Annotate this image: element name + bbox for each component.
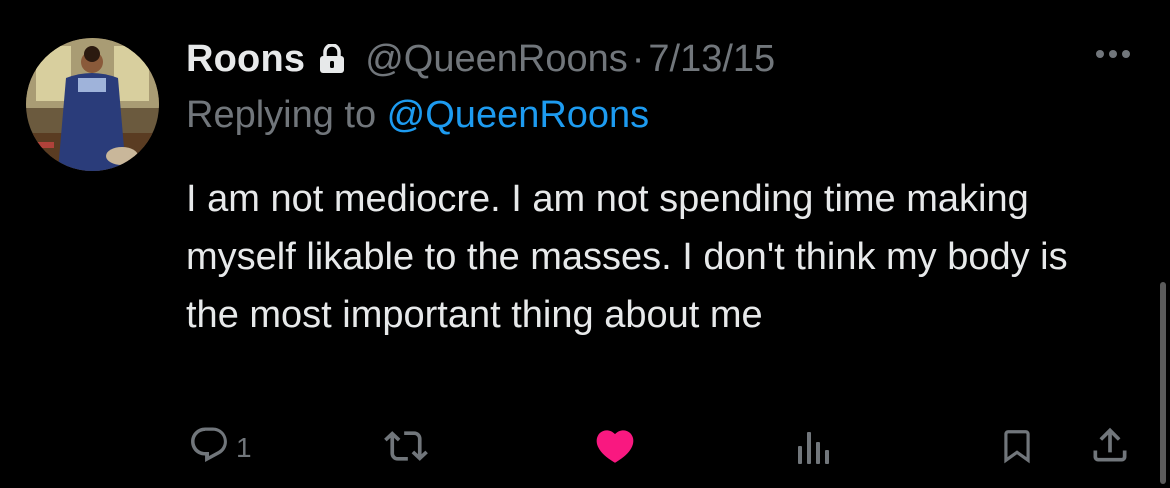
lock-icon <box>319 44 345 74</box>
like-button[interactable] <box>592 424 638 473</box>
tweet-date[interactable]: 7/13/15 <box>648 38 775 81</box>
bookmark-icon <box>998 424 1036 473</box>
replying-prefix: Replying to <box>186 94 387 136</box>
replying-to: Replying to @QueenRoons <box>186 94 649 137</box>
more-dot <box>1109 50 1117 58</box>
display-name[interactable]: Roons <box>186 38 305 81</box>
retweet-button[interactable] <box>384 424 428 473</box>
avatar[interactable] <box>26 38 159 171</box>
more-dot <box>1096 50 1104 58</box>
tweet-header: Roons @QueenRoons · 7/13/15 <box>186 36 775 82</box>
reply-button[interactable]: 1 <box>188 424 252 471</box>
views-icon <box>796 426 830 471</box>
views-button[interactable] <box>796 426 830 471</box>
bookmark-button[interactable] <box>998 424 1036 473</box>
handle[interactable]: @QueenRoons <box>365 38 628 81</box>
replying-to-handle[interactable]: @QueenRoons <box>387 94 650 136</box>
share-icon <box>1088 422 1132 473</box>
reply-count: 1 <box>236 431 252 463</box>
tweet[interactable]: Roons @QueenRoons · 7/13/15 Replying to … <box>0 0 1170 488</box>
retweet-icon <box>384 424 428 473</box>
scrollbar[interactable] <box>1160 282 1166 484</box>
action-bar: 1 <box>0 416 1170 476</box>
tweet-text: I am not mediocre. I am not spending tim… <box>186 178 1068 336</box>
separator-dot: · <box>631 37 645 80</box>
more-dot <box>1122 50 1130 58</box>
more-icon[interactable] <box>1096 50 1130 58</box>
heart-icon <box>592 424 638 473</box>
reply-icon <box>188 424 230 471</box>
share-button[interactable] <box>1088 422 1132 473</box>
